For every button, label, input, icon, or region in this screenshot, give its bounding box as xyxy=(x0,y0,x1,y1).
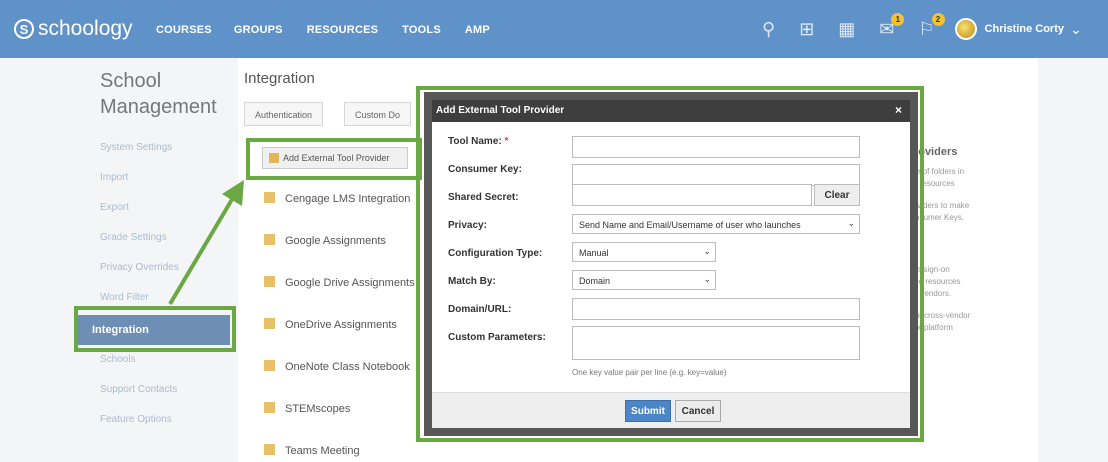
tool-name-label-text: Tool Name: xyxy=(448,136,502,147)
configuration-type-value: Manual xyxy=(579,248,609,258)
clear-button[interactable]: Clear xyxy=(814,184,860,206)
cancel-button[interactable]: Cancel xyxy=(675,400,721,422)
tool-icon xyxy=(264,444,275,455)
notifications-badge: 2 xyxy=(931,13,945,26)
page-title: Integration xyxy=(244,70,315,87)
add-external-tool-provider-dialog: Add External Tool Provider × Tool Name: … xyxy=(424,92,918,436)
notifications-icon[interactable]: ⚐ 2 xyxy=(918,13,945,39)
match-by-select[interactable]: Domain ⌄ xyxy=(572,270,716,290)
tool-icon xyxy=(264,318,275,329)
tool-name: OneNote Class Notebook xyxy=(285,361,410,373)
avatar[interactable] xyxy=(954,18,977,40)
tool-name: Teams Meeting xyxy=(285,445,360,457)
tool-icon xyxy=(264,402,275,413)
sidebar-item-export[interactable]: Export xyxy=(100,202,129,213)
list-item[interactable]: Google Drive Assignments xyxy=(264,276,415,289)
arrow-icon xyxy=(168,180,244,306)
tool-name: Google Drive Assignments xyxy=(285,277,415,289)
sidebar-item-schools[interactable]: Schools xyxy=(100,354,136,365)
shared-secret-input[interactable] xyxy=(572,184,812,206)
dialog-body: Add External Tool Provider × Tool Name: … xyxy=(432,100,910,428)
custom-parameters-label: Custom Parameters: xyxy=(448,332,546,343)
tool-name-input[interactable] xyxy=(572,136,860,158)
sidebar-item-import[interactable]: Import xyxy=(100,172,128,183)
tab-authentication[interactable]: Authentication xyxy=(244,102,324,126)
custom-parameters-textarea[interactable] xyxy=(572,326,860,360)
tab-custom-domain[interactable]: Custom Do xyxy=(344,102,412,126)
sidebar-item-grade-settings[interactable]: Grade Settings xyxy=(100,232,167,243)
privacy-select[interactable]: Send Name and Email/Username of user who… xyxy=(572,214,860,234)
highlight-add-button xyxy=(246,138,422,180)
chevron-down-icon: ⌄ xyxy=(703,274,711,284)
list-item[interactable]: STEMscopes xyxy=(264,402,350,415)
nav-tools[interactable]: TOOLS xyxy=(402,24,441,36)
brand-name: schoology xyxy=(38,17,133,40)
nav-amp[interactable]: AMP xyxy=(465,24,490,36)
list-item[interactable]: OneDrive Assignments xyxy=(264,318,397,331)
configuration-type-select[interactable]: Manual ⌄ xyxy=(572,242,716,262)
sidebar-item-support-contacts[interactable]: Support Contacts xyxy=(100,384,177,395)
messages-badge: 1 xyxy=(891,13,905,26)
consumer-key-input[interactable] xyxy=(572,164,860,186)
sidebar-item-feature-options[interactable]: Feature Options xyxy=(100,414,172,425)
top-icons: ⚲ ⊞ ▦ ✉ 1 ⚐ 2 Christine Corty ⌄ xyxy=(762,13,1082,40)
schoology-s-icon: S xyxy=(14,19,34,39)
sidebar-title: School Management xyxy=(100,68,217,120)
calendar-icon[interactable]: ▦ xyxy=(838,19,855,39)
top-navigation-bar: S schoology COURSES GROUPS RESOURCES TOO… xyxy=(0,0,1108,58)
domain-url-label: Domain/URL: xyxy=(448,304,512,315)
sidebar-item-word-filter[interactable]: Word Filter xyxy=(100,292,149,303)
privacy-label: Privacy: xyxy=(448,220,487,231)
tool-name-label: Tool Name: * xyxy=(448,136,508,147)
close-icon[interactable]: × xyxy=(895,103,902,117)
chevron-down-icon: ⌄ xyxy=(703,246,711,256)
chevron-down-icon: ⌄ xyxy=(847,218,855,228)
custom-parameters-hint: One key value pair per line (e.g. key=va… xyxy=(572,368,727,377)
list-item[interactable]: Google Assignments xyxy=(264,234,386,247)
tool-name: Cengage LMS Integration xyxy=(285,193,411,205)
connector-line xyxy=(246,178,422,194)
sidebar-item-system-settings[interactable]: System Settings xyxy=(100,142,172,153)
configuration-type-label: Configuration Type: xyxy=(448,248,543,259)
required-mark: * xyxy=(504,136,509,147)
privacy-value: Send Name and Email/Username of user who… xyxy=(579,220,801,230)
match-by-value: Domain xyxy=(579,276,611,286)
tool-icon xyxy=(264,276,275,287)
dialog-header: Add External Tool Provider × xyxy=(432,100,910,122)
dialog-footer: Submit Cancel xyxy=(432,392,910,428)
schoology-logo[interactable]: S schoology xyxy=(14,17,133,41)
shared-secret-label: Shared Secret: xyxy=(448,192,519,203)
nav-courses[interactable]: COURSES xyxy=(156,24,212,36)
list-item[interactable]: OneNote Class Notebook xyxy=(264,360,410,373)
sidebar-title-line1: School xyxy=(100,70,162,92)
tool-icon xyxy=(264,234,275,245)
tool-name: STEMscopes xyxy=(285,403,351,415)
list-item[interactable]: Teams Meeting xyxy=(264,444,360,457)
sidebar-title-line2: Management xyxy=(100,96,217,118)
tool-icon xyxy=(264,360,275,371)
consumer-key-label: Consumer Key: xyxy=(448,164,522,175)
user-name[interactable]: Christine Corty xyxy=(985,23,1064,35)
match-by-label: Match By: xyxy=(448,276,496,287)
submit-button[interactable]: Submit xyxy=(625,400,671,422)
chevron-down-icon[interactable]: ⌄ xyxy=(1070,21,1082,38)
messages-icon[interactable]: ✉ 1 xyxy=(879,13,905,39)
domain-url-input[interactable] xyxy=(572,298,860,320)
search-icon[interactable]: ⚲ xyxy=(762,19,775,39)
nav-resources[interactable]: RESOURCES xyxy=(307,24,378,36)
dialog-title: Add External Tool Provider xyxy=(436,105,565,116)
apps-grid-icon[interactable]: ⊞ xyxy=(799,19,814,39)
tool-name: OneDrive Assignments xyxy=(285,319,397,331)
tool-name: Google Assignments xyxy=(285,235,386,247)
nav-groups[interactable]: GROUPS xyxy=(234,24,283,36)
main-nav: COURSES GROUPS RESOURCES TOOLS AMP xyxy=(156,24,514,36)
